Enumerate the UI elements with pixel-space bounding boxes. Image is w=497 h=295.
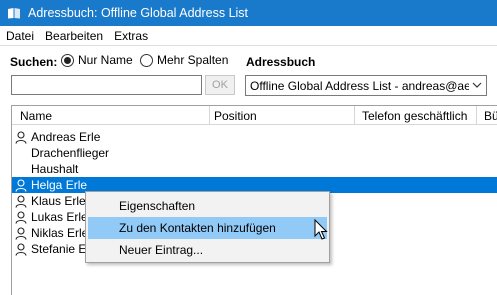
row-name: Niklas Erle	[31, 226, 89, 240]
window-title: Adressbuch: Offline Global Address List	[28, 6, 249, 20]
addressbook-label: Adressbuch	[246, 55, 316, 69]
person-icon	[15, 194, 29, 208]
menu-datei[interactable]: Datei	[6, 29, 34, 43]
menu-bar: Datei Bearbeiten Extras	[0, 26, 497, 46]
context-menu: Eigenschaften Zu den Kontakten hinzufüge…	[85, 191, 330, 263]
row-name: Drachenflieger	[31, 146, 110, 160]
search-input[interactable]	[11, 75, 202, 95]
person-icon	[15, 130, 29, 144]
list-item[interactable]: Andreas Erle	[12, 129, 497, 145]
radio-nur-name-label: Nur Name	[78, 53, 133, 67]
search-label: Suchen:	[10, 55, 58, 69]
menu-item-new-entry[interactable]: Neuer Eintrag...	[88, 239, 327, 261]
person-icon	[15, 210, 29, 224]
menu-item-eigenschaften[interactable]: Eigenschaften	[88, 195, 327, 217]
window-titlebar[interactable]: Adressbuch: Offline Global Address List	[0, 0, 497, 26]
menu-bearbeiten[interactable]: Bearbeiten	[45, 29, 103, 43]
person-icon	[15, 178, 29, 192]
mouse-pointer-icon	[314, 218, 328, 241]
addressbook-dropdown[interactable]: Offline Global Address List - andreas@ae…	[245, 75, 487, 96]
row-name: Haushalt	[31, 162, 79, 176]
menu-item-label: Zu den Kontakten hinzufügen	[119, 221, 276, 235]
menu-item-add-to-contacts[interactable]: Zu den Kontakten hinzufügen	[88, 217, 327, 239]
row-name: Helga Erle	[31, 178, 88, 192]
row-name: Klaus Erle	[31, 194, 86, 208]
row-name: Andreas Erle	[31, 130, 101, 144]
radio-button-unchecked[interactable]	[140, 53, 153, 67]
chevron-down-icon[interactable]	[469, 79, 482, 93]
column-buero[interactable]: Bü	[484, 109, 497, 123]
radio-nur-name[interactable]: Nur Name	[61, 53, 133, 67]
ok-button[interactable]: OK	[205, 75, 235, 95]
column-name[interactable]: Name	[20, 109, 52, 123]
radio-button-checked[interactable]	[61, 53, 74, 67]
addressbook-selected: Offline Global Address List - andreas@ae…	[250, 78, 478, 93]
radio-mehr-spalten-label: Mehr Spalten	[157, 53, 229, 67]
list-item[interactable]: Drachenflieger	[12, 145, 497, 161]
person-icon	[15, 226, 29, 240]
menu-extras[interactable]: Extras	[114, 29, 148, 43]
address-book-icon	[6, 6, 22, 20]
row-name: Lukas Erle	[31, 210, 88, 224]
menu-item-label: Eigenschaften	[119, 199, 196, 213]
radio-mehr-spalten[interactable]: Mehr Spalten	[140, 53, 228, 67]
menu-item-label: Neuer Eintrag...	[119, 243, 204, 257]
list-header: Name Position Telefon geschäftlich Bü	[12, 106, 497, 125]
person-icon	[15, 242, 29, 256]
column-telefon[interactable]: Telefon geschäftlich	[362, 109, 467, 123]
list-item[interactable]: Haushalt	[12, 161, 497, 177]
column-position[interactable]: Position	[214, 109, 257, 123]
